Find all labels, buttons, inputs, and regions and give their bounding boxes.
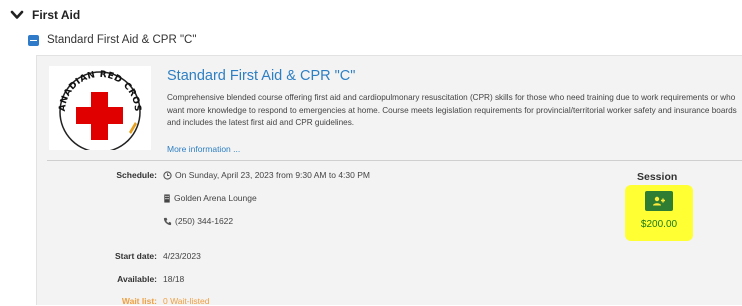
start-date-label: Start date:	[114, 251, 157, 261]
session-price: $200.00	[640, 219, 678, 230]
add-user-icon	[653, 196, 665, 206]
wait-list-label: Wait list:	[121, 296, 157, 306]
collapse-icon[interactable]	[28, 34, 39, 46]
start-date-value: 4/23/2023	[163, 251, 201, 261]
available-label: Available:	[117, 274, 157, 284]
schedule-location: Golden Arena Lounge	[163, 193, 257, 203]
schedule-time: On Sunday, April 23, 2023 from 9:30 AM t…	[163, 170, 370, 180]
more-information-link[interactable]: More information ...	[167, 144, 240, 154]
divider	[47, 160, 742, 161]
course-description: Comprehensive blended course offering fi…	[167, 93, 737, 127]
course-card: CANADIAN RED CROSS Standard First Aid & …	[36, 55, 742, 306]
session-highlight: $200.00	[625, 185, 693, 241]
category-title: First Aid	[32, 8, 81, 22]
course-title-link[interactable]: Standard First Aid & CPR "C"	[167, 68, 355, 84]
red-cross-logo: CANADIAN RED CROSS	[45, 59, 151, 153]
course-toggle-row[interactable]: Standard First Aid & CPR "C"	[28, 31, 196, 49]
phone-icon	[163, 217, 172, 225]
category-header-first-aid[interactable]: First Aid	[10, 6, 80, 24]
wait-list-value: 0 Wait-listed	[163, 296, 210, 306]
course-row-label: Standard First Aid & CPR "C"	[47, 34, 197, 46]
session-header: Session	[637, 171, 678, 183]
enroll-button[interactable]	[645, 191, 673, 211]
available-value: 18/18	[163, 274, 185, 284]
schedule-time-text: On Sunday, April 23, 2023 from 9:30 AM t…	[175, 170, 370, 180]
schedule-location-text: Golden Arena Lounge	[174, 193, 257, 203]
schedule-label: Schedule:	[116, 170, 157, 180]
building-icon	[164, 193, 170, 203]
chevron-down-icon	[10, 10, 24, 19]
clock-icon	[163, 170, 172, 180]
schedule-phone-text: (250) 344-1622	[175, 216, 234, 226]
schedule-phone: (250) 344-1622	[163, 216, 233, 226]
